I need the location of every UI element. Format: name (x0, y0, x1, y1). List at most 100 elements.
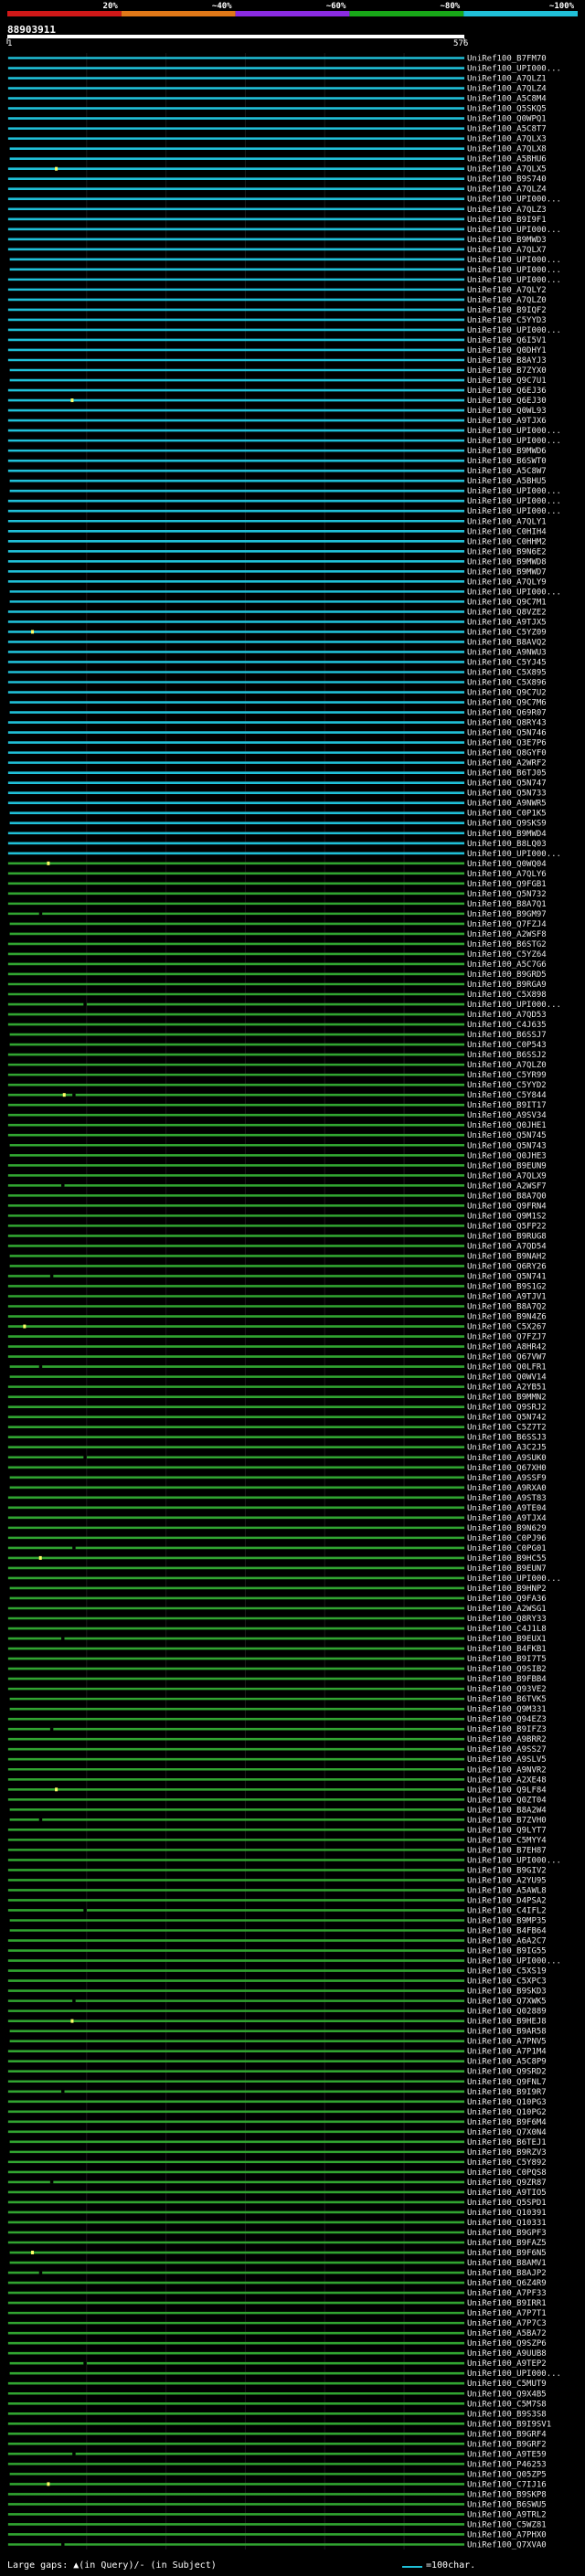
subject-label: UniRef100_Q9SIB2 (467, 1665, 547, 1674)
subject-label: UniRef100_A7QLX7 (467, 246, 547, 255)
subject-label: UniRef100_A9TRL2 (467, 2510, 547, 2519)
subject-label: UniRef100_Q9ZR87 (467, 2178, 547, 2188)
subject-label: UniRef100_A9TJX6 (467, 417, 547, 426)
subject-label: UniRef100_Q10PG2 (467, 2108, 547, 2117)
subject-label: UniRef100_Q5N743 (467, 1141, 547, 1150)
scale-legend: =100char. (426, 2560, 476, 2571)
scale-segment-4 (349, 11, 464, 16)
subject-label: UniRef100_A9BRR2 (467, 1735, 547, 1744)
subject-label: UniRef100_Q5N732 (467, 890, 547, 899)
subject-label: UniRef100_UPI000... (467, 326, 561, 335)
subject-label: UniRef100_C5X267 (467, 1323, 547, 1332)
subject-label: UniRef100_B9N629 (467, 1524, 547, 1533)
subject-label: UniRef100_Q9FA36 (467, 1595, 547, 1604)
subject-label: UniRef100_A9SLV5 (467, 1755, 547, 1765)
subject-label: UniRef100_A7QLY1 (467, 517, 547, 526)
subject-label: UniRef100_A8HR42 (467, 1343, 547, 1352)
subject-label: UniRef100_Q94EZ3 (467, 1715, 547, 1724)
subject-label: UniRef100_B7FM70 (467, 55, 547, 64)
subject-label: UniRef100_UPI000... (467, 507, 561, 516)
subject-label: UniRef100_B9AR58 (467, 2028, 547, 2037)
subject-label: UniRef100_A7QLZ0 (467, 1061, 547, 1070)
subject-label: UniRef100_A5BHU5 (467, 477, 547, 486)
query-gap-marker (70, 2019, 74, 2023)
subject-label: UniRef100_Q9SRD2 (467, 2068, 547, 2077)
subject-label: UniRef100_UPI000... (467, 1574, 561, 1584)
subject-label: UniRef100_B9N4Z6 (467, 1313, 547, 1322)
subject-label: UniRef100_B9GRF4 (467, 2430, 547, 2439)
subject-label: UniRef100_Q9X4B5 (467, 2390, 547, 2399)
subject-label: UniRef100_B9EUN7 (467, 1564, 547, 1574)
subject-label: UniRef100_C0PJ96 (467, 1534, 547, 1543)
ruler-end-label: 576 (453, 39, 469, 48)
query-gap-marker (23, 1324, 27, 1329)
subject-label: UniRef100_B6SWT0 (467, 457, 547, 466)
subject-label: UniRef100_B8LQ03 (467, 840, 547, 849)
subject-label: UniRef100_B7EH87 (467, 1846, 547, 1855)
subject-label: UniRef100_Q5FP22 (467, 1222, 547, 1231)
subject-label: UniRef100_Q9LYT7 (467, 1826, 547, 1835)
subject-label: UniRef100_A9RXA0 (467, 1484, 547, 1493)
subject-label: UniRef100_B9S3S8 (467, 2410, 547, 2419)
subject-label: UniRef100_Q7FZJ7 (467, 1333, 547, 1342)
subject-label: UniRef100_Q9FGB1 (467, 880, 547, 889)
subject-label: UniRef100_Q9SRJ2 (467, 1404, 547, 1413)
query-gap-marker (62, 1093, 66, 1097)
subject-label: UniRef100_A9TEP2 (467, 2359, 547, 2369)
subject-label: UniRef100_Q6Z4R9 (467, 2279, 547, 2288)
subject-label: UniRef100_A9ST83 (467, 1494, 547, 1503)
scale-segment-5 (463, 11, 578, 16)
subject-label: UniRef100_B6TJ05 (467, 769, 547, 779)
subject-label: UniRef100_Q0WV14 (467, 1373, 547, 1383)
subject-label: UniRef100_Q05ZP5 (467, 2470, 547, 2479)
subject-label: UniRef100_B9HC55 (467, 1554, 547, 1564)
subject-label: UniRef100_P46253 (467, 2460, 547, 2469)
subject-label: UniRef100_A5C8W7 (467, 467, 547, 476)
subject-label: UniRef100_UPI000... (467, 427, 561, 436)
query-gap-marker (47, 2482, 50, 2486)
subject-label: UniRef100_Q8RY33 (467, 1615, 547, 1624)
subject-label: UniRef100_B9RZV3 (467, 2148, 547, 2157)
subject-label: UniRef100_B8AJP2 (467, 2269, 547, 2278)
subject-label: UniRef100_A9UUB8 (467, 2349, 547, 2359)
subject-label: UniRef100_UPI000... (467, 588, 561, 597)
subject-label: UniRef100_Q9C7M6 (467, 699, 547, 708)
subject-label: UniRef100_C0PG01 (467, 1544, 547, 1553)
subject-label: UniRef100_B9MWD4 (467, 830, 547, 839)
subject-label: UniRef100_A5C8M4 (467, 95, 547, 104)
subject-label: UniRef100_A7P7C3 (467, 2319, 547, 2328)
subject-label: UniRef100_A7QLX9 (467, 1171, 547, 1181)
subject-label: UniRef100_Q5N742 (467, 1414, 547, 1423)
subject-label: UniRef100_Q0WQ04 (467, 860, 547, 869)
subject-label: UniRef100_C5Y892 (467, 2158, 547, 2168)
subject-label: UniRef100_UPI000... (467, 226, 561, 235)
subject-label: UniRef100_B9HNP2 (467, 1585, 547, 1594)
subject-label: UniRef100_A7P1M4 (467, 2048, 547, 2057)
subject-label: UniRef100_A7QD54 (467, 1242, 547, 1251)
subject-label: UniRef100_A9SV34 (467, 1111, 547, 1120)
subject-label: UniRef100_B4FKB1 (467, 1645, 547, 1654)
subject-label: UniRef100_C5XPC3 (467, 1977, 547, 1987)
subject-label: UniRef100_B9I7T5 (467, 1655, 547, 1664)
subject-label: UniRef100_B9IRR1 (467, 2299, 547, 2308)
subject-label: UniRef100_Q7XVA0 (467, 2540, 547, 2549)
subject-label: UniRef100_B8AYJ3 (467, 356, 547, 366)
subject-label: UniRef100_A9NVR2 (467, 1765, 547, 1775)
subject-label: UniRef100_Q9M331 (467, 1705, 547, 1714)
subject-label: UniRef100_B9F6N5 (467, 2249, 547, 2258)
query-gap-marker (31, 630, 35, 634)
subject-label: UniRef100_A7QLY9 (467, 578, 547, 587)
subject-label: UniRef100_Q0JHE3 (467, 1151, 547, 1161)
subject-label: UniRef100_B9I9SV1 (467, 2420, 551, 2429)
subject-label: UniRef100_A9SSF9 (467, 1474, 547, 1483)
subject-label: UniRef100_B4FB64 (467, 1927, 547, 1936)
subject-label: UniRef100_A9TJX4 (467, 1514, 547, 1523)
subject-label: UniRef100_A5C7G6 (467, 960, 547, 970)
subject-label: UniRef100_C0PQS8 (467, 2168, 547, 2178)
subject-label: UniRef100_C5XS19 (467, 1967, 547, 1977)
subject-label: UniRef100_C5MUT9 (467, 2380, 547, 2389)
subject-label: UniRef100_B9GRD5 (467, 970, 547, 980)
subject-label: UniRef100_C4J635 (467, 1021, 547, 1030)
scale-tick-4: ~80% (441, 2, 461, 11)
subject-label: UniRef100_UPI000... (467, 256, 561, 265)
